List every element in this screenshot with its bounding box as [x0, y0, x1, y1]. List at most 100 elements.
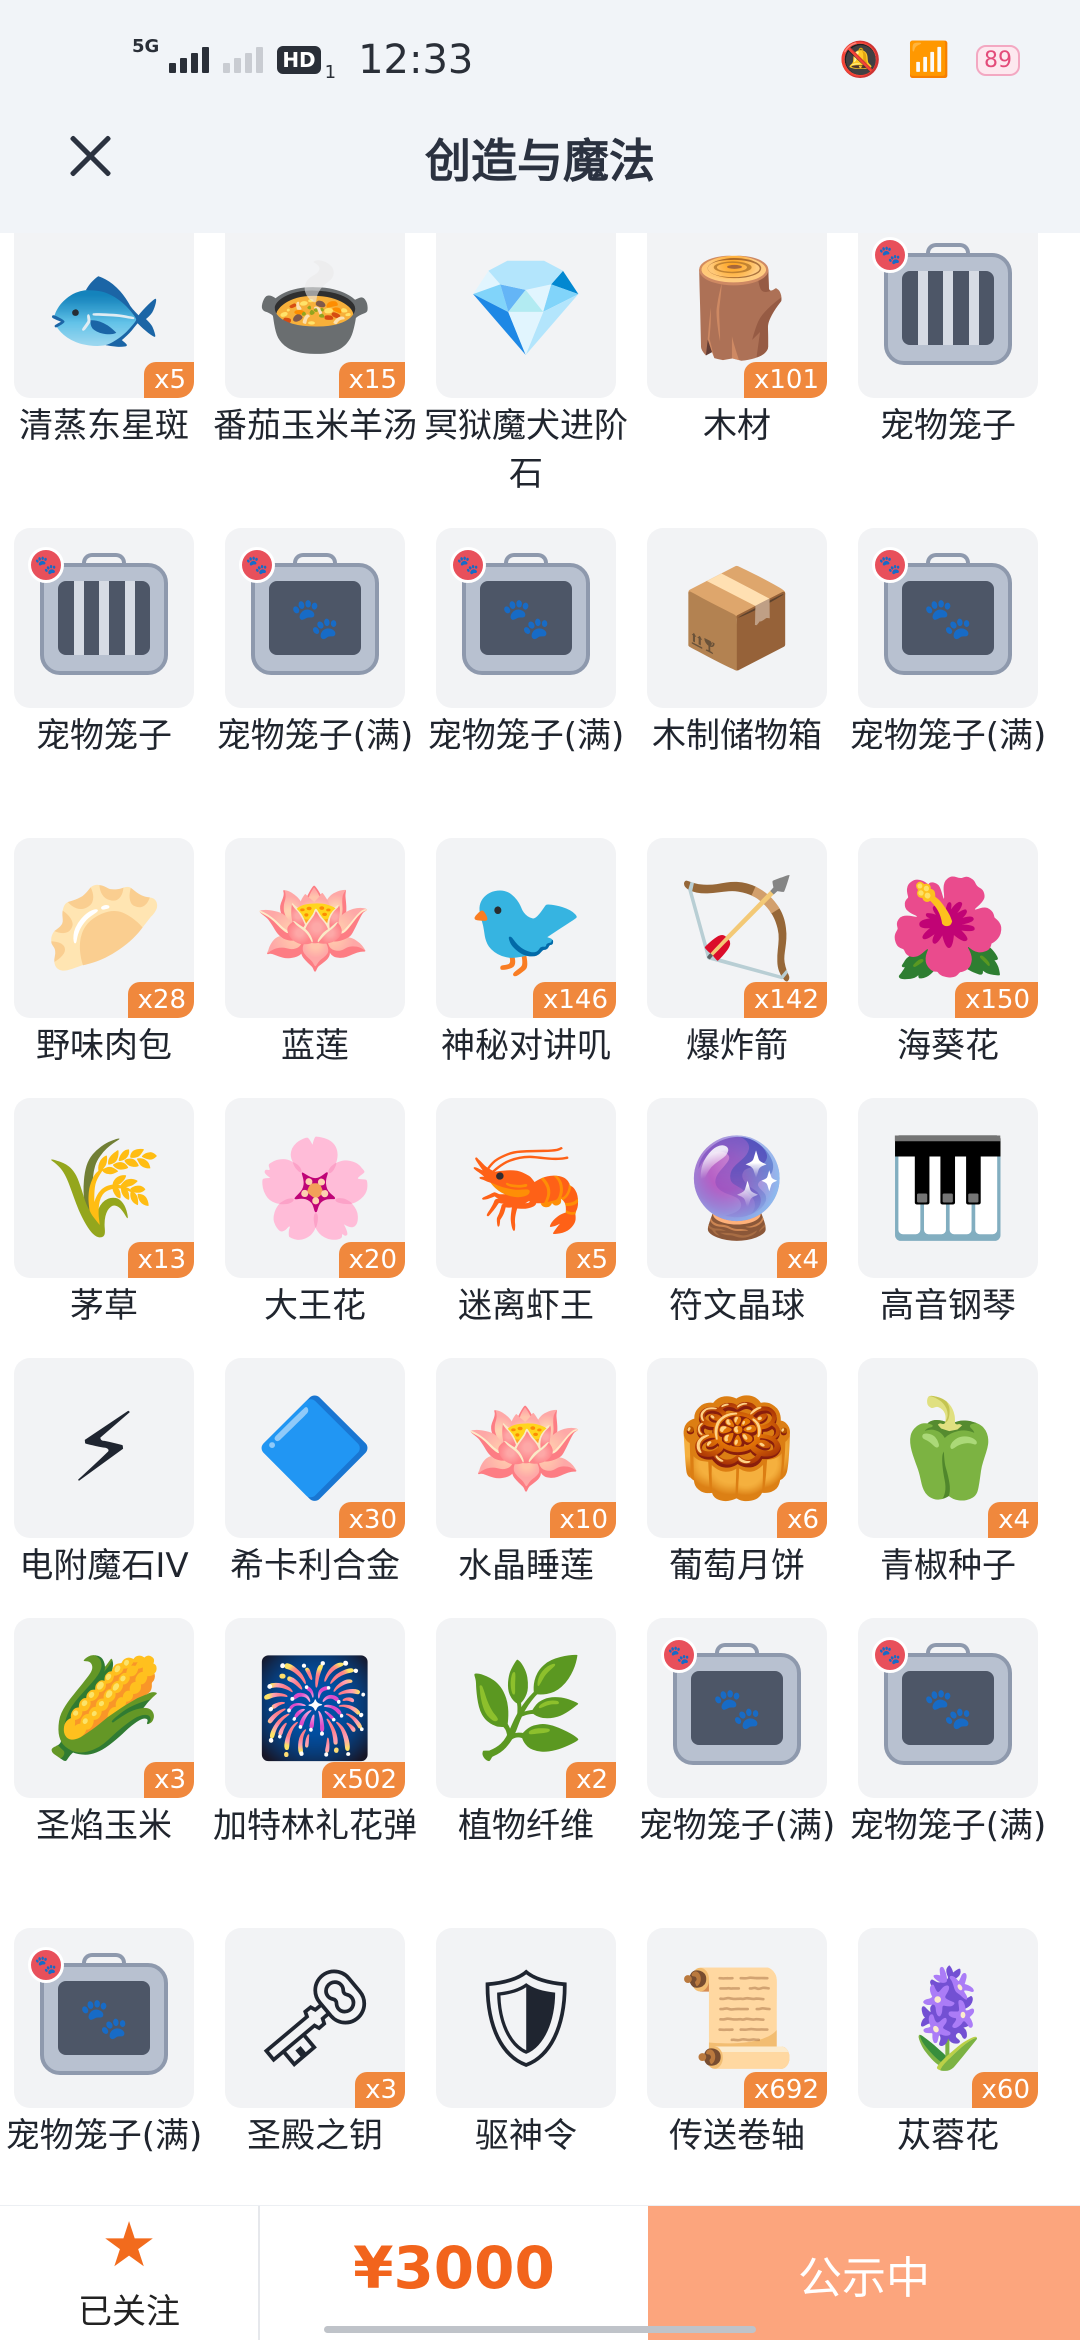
rafflesia-icon: 🌸: [255, 1132, 375, 1244]
item-grid: 🐟 x5 清蒸东星斑 🍲 x15 番茄玉米羊汤 💎 冥狱魔犬进阶石 🪵 x101 木材 🐾 宠物笼子 🐾 宠…: [0, 233, 1080, 2205]
item-cell[interactable]: 🐾 宠物笼子: [0, 528, 209, 760]
item-cell[interactable]: 🐟 x5 清蒸东星斑: [0, 233, 209, 450]
item-thumbnail: 🫑 x4: [858, 1358, 1038, 1538]
walkie-bird-icon: 🐦: [466, 872, 586, 984]
network-type: 5G: [132, 35, 160, 57]
quantity-badge: x101: [743, 362, 827, 398]
item-cell[interactable]: 🎹 高音钢琴: [843, 1098, 1053, 1330]
item-cell[interactable]: 🪷 x10 水晶睡莲: [421, 1358, 631, 1590]
firework-icon: 🎆: [255, 1652, 375, 1764]
seed-bag-icon: 🫑: [888, 1392, 1008, 1504]
item-thumbnail: 🥟 x28: [14, 838, 194, 1018]
item-cell[interactable]: 🌺 x150 海葵花: [843, 838, 1053, 1070]
quantity-badge: x3: [144, 1762, 194, 1798]
item-name: 宠物笼子(满): [427, 716, 625, 756]
quantity-badge: x30: [338, 1502, 405, 1538]
piano-icon: 🎹: [888, 1132, 1008, 1244]
item-cell[interactable]: 🐾 🐾 宠物笼子(满): [632, 1618, 842, 1850]
item-cell[interactable]: 🔷 x30 希卡利合金: [210, 1358, 420, 1590]
item-name: 迷离虾王: [458, 1286, 594, 1326]
item-name: 宠物笼子(满): [216, 716, 414, 756]
item-name: 青椒种子: [880, 1546, 1016, 1586]
quantity-badge: x692: [743, 2072, 827, 2108]
item-name: 神秘对讲叽: [441, 1026, 611, 1066]
quantity-badge: x2: [566, 1762, 616, 1798]
pet-cage-full-icon: 🐾 🐾: [450, 547, 596, 683]
item-cell[interactable]: 🪵 x101 木材: [632, 233, 842, 450]
soup-bowl-icon: 🍲: [255, 252, 375, 364]
item-cell[interactable]: 🪻 x60 苁蓉花: [843, 1928, 1053, 2160]
item-cell[interactable]: 🐦 x146 神秘对讲叽: [421, 838, 631, 1070]
item-thumbnail: 🥮 x6: [647, 1358, 827, 1538]
item-cell[interactable]: 🎆 x502 加特林礼花弹: [210, 1618, 420, 1850]
signal-icon: [169, 47, 210, 73]
item-name: 木材: [703, 406, 771, 446]
item-cell[interactable]: 🌾 x13 茅草: [0, 1098, 209, 1330]
item-name: 大王花: [264, 1286, 366, 1326]
item-thumbnail: 🪷 x10: [436, 1358, 616, 1538]
item-cell[interactable]: 🥮 x6 葡萄月饼: [632, 1358, 842, 1590]
hd-icon: HD: [277, 46, 321, 74]
home-indicator[interactable]: [324, 2326, 756, 2333]
bun-basket-icon: 🥟: [44, 872, 164, 984]
item-name: 蓝莲: [281, 1026, 349, 1066]
item-cell[interactable]: 🗝 x3 圣殿之钥: [210, 1928, 420, 2160]
item-name: 海葵花: [897, 1026, 999, 1066]
clock: 12:33: [358, 37, 474, 83]
item-thumbnail: 🏹 x142: [647, 838, 827, 1018]
publicity-button[interactable]: 公示中: [648, 2206, 1080, 2340]
item-thumbnail: 🐾 🐾: [14, 1928, 194, 2108]
item-cell[interactable]: 🫑 x4 青椒种子: [843, 1358, 1053, 1590]
item-thumbnail: 🐾 🐾: [436, 528, 616, 708]
item-cell[interactable]: 📜 x692 传送卷轴: [632, 1928, 842, 2160]
item-thumbnail: 🪷: [225, 838, 405, 1018]
item-cell[interactable]: 🐾 🐾 宠物笼子(满): [0, 1928, 209, 2160]
item-cell[interactable]: 📦 木制储物箱: [632, 528, 842, 760]
quantity-badge: x60: [971, 2072, 1038, 2108]
item-cell[interactable]: 🍲 x15 番茄玉米羊汤: [210, 233, 420, 450]
item-cell[interactable]: 🐾 🐾 宠物笼子(满): [210, 528, 420, 760]
item-cell[interactable]: 🛡 驱神令: [421, 1928, 631, 2160]
item-name: 传送卷轴: [669, 2116, 805, 2156]
item-thumbnail: 🛡: [436, 1928, 616, 2108]
item-name: 番茄玉米羊汤: [213, 406, 417, 446]
item-cell[interactable]: 💎 冥狱魔犬进阶石: [421, 233, 631, 498]
item-thumbnail: 🔮 x4: [647, 1098, 827, 1278]
item-thumbnail: 🪻 x60: [858, 1928, 1038, 2108]
item-cell[interactable]: 🥟 x28 野味肉包: [0, 838, 209, 1070]
item-thumbnail: 🌸 x20: [225, 1098, 405, 1278]
pet-cage-icon: 🐾: [28, 547, 174, 683]
item-cell[interactable]: 🌸 x20 大王花: [210, 1098, 420, 1330]
quantity-badge: x3: [355, 2072, 405, 2108]
follow-button[interactable]: ★ 已关注: [0, 2206, 258, 2340]
item-cell[interactable]: 🐾 🐾 宠物笼子(满): [843, 528, 1053, 760]
page-title: 创造与魔法: [425, 134, 655, 188]
item-cell[interactable]: ⚡ 电附魔石IV: [0, 1358, 209, 1590]
item-name: 圣焰玉米: [36, 1806, 172, 1846]
item-name: 宠物笼子(满): [5, 2116, 203, 2156]
item-thumbnail: 🌿 x2: [436, 1618, 616, 1798]
item-thumbnail: 🐾 🐾: [858, 1618, 1038, 1798]
item-cell[interactable]: 🐾 🐾 宠物笼子(满): [421, 528, 631, 760]
item-cell[interactable]: 🏹 x142 爆炸箭: [632, 838, 842, 1070]
item-cell[interactable]: 🦐 x5 迷离虾王: [421, 1098, 631, 1330]
star-icon: ★: [101, 2208, 157, 2281]
item-cell[interactable]: 🔮 x4 符文晶球: [632, 1098, 842, 1330]
thatch-icon: 🌾: [44, 1132, 164, 1244]
item-cell[interactable]: 🐾 宠物笼子: [843, 233, 1053, 450]
item-cell[interactable]: 🪷 蓝莲: [210, 838, 420, 1070]
bell-off-icon: 🔕: [839, 40, 882, 80]
battery-icon: 89: [976, 44, 1020, 76]
item-cell[interactable]: 🌽 x3 圣焰玉米: [0, 1618, 209, 1850]
item-name: 水晶睡莲: [458, 1546, 594, 1586]
signal-2-icon: [223, 47, 264, 73]
item-cell[interactable]: 🐾 🐾 宠物笼子(满): [843, 1618, 1053, 1850]
item-name: 加特林礼花弹: [213, 1806, 417, 1846]
item-cell[interactable]: 🌿 x2 植物纤维: [421, 1618, 631, 1850]
item-thumbnail: 🐾 🐾: [647, 1618, 827, 1798]
item-thumbnail: 🪵 x101: [647, 233, 827, 398]
blue-lotus-icon: 🪷: [255, 872, 375, 984]
item-thumbnail: 🔷 x30: [225, 1358, 405, 1538]
item-thumbnail: 🎆 x502: [225, 1618, 405, 1798]
item-name: 驱神令: [475, 2116, 577, 2156]
